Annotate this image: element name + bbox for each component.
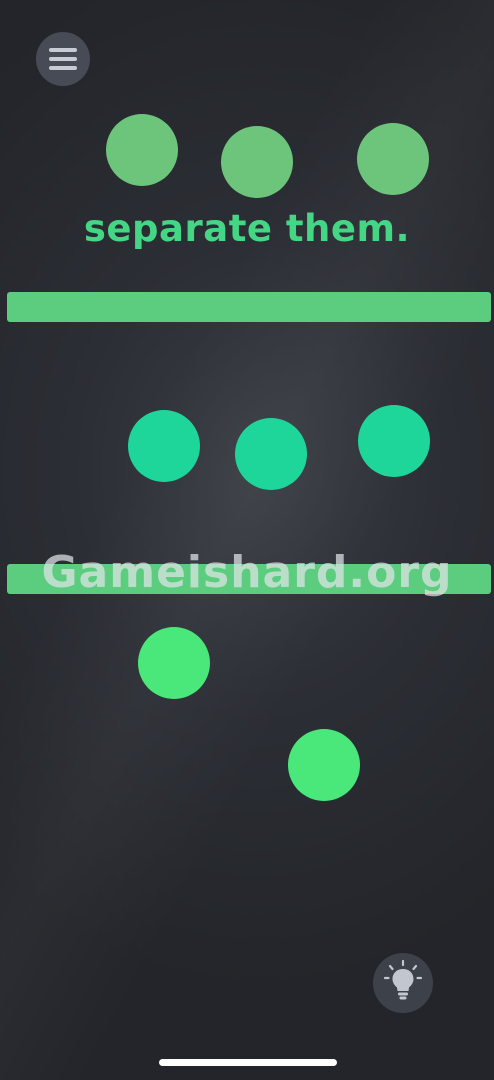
top-circle-left[interactable] [106,114,178,186]
menu-icon-bar [49,66,77,70]
menu-button[interactable] [36,32,90,86]
top-circle-right[interactable] [357,123,429,195]
middle-circle-left[interactable] [128,410,200,482]
middle-circle-middle[interactable] [235,418,307,490]
instruction-text: separate them. [83,207,411,250]
menu-icon-bar [49,57,77,61]
lightbulb-icon [383,959,423,1000]
bottom-circle-left[interactable] [138,627,210,699]
middle-circle-right[interactable] [358,405,430,477]
bottom-circle-right[interactable] [288,729,360,801]
hint-button[interactable] [373,953,433,1013]
bottom-wall[interactable] [7,564,491,594]
home-indicator[interactable] [159,1059,337,1066]
menu-icon-bar [49,48,77,52]
top-circle-middle[interactable] [221,126,293,198]
top-wall[interactable] [7,292,491,322]
